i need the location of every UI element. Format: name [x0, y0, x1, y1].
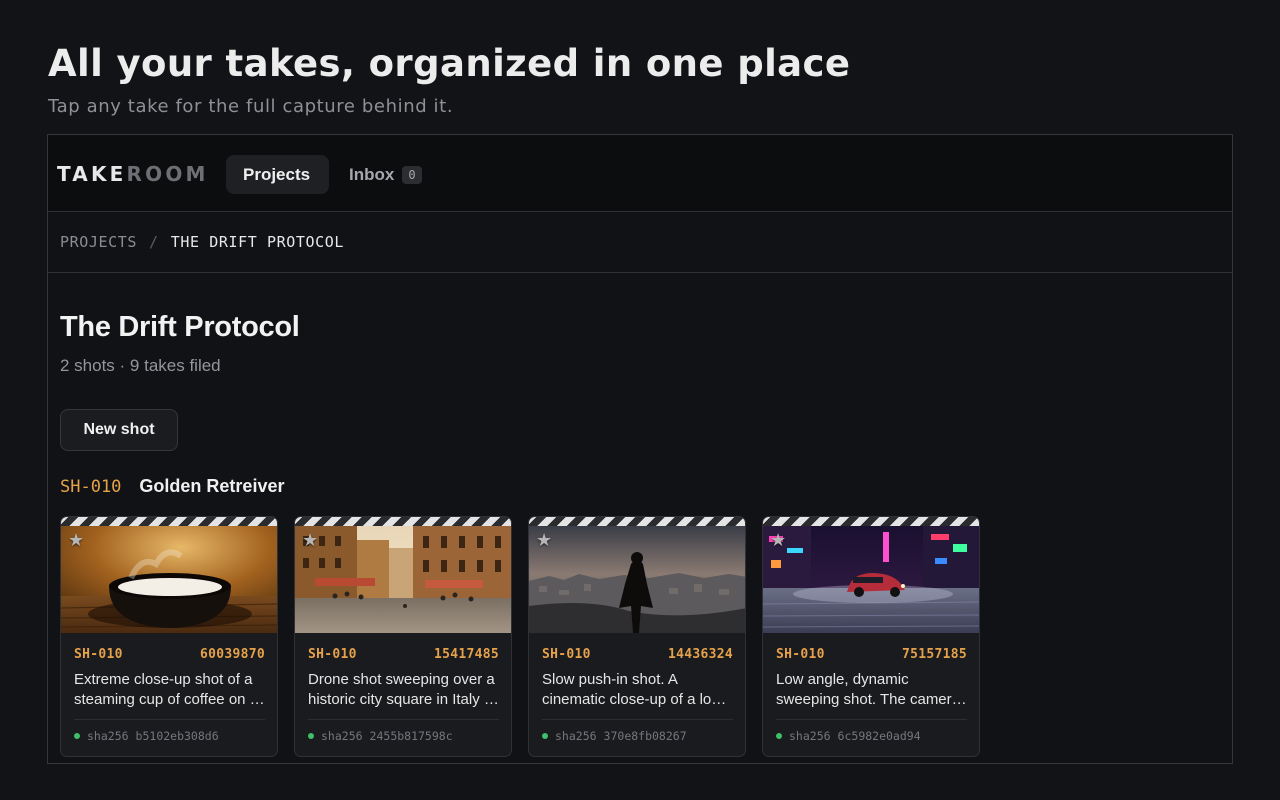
inbox-count-badge: 0 [402, 165, 422, 184]
take-meta: SH-010 60039870 [61, 633, 277, 662]
tab-projects-label: Projects [243, 164, 311, 184]
breadcrumb: PROJECTS / THE DRIFT PROTOCOL [48, 212, 1232, 273]
take-card[interactable]: ★ SH-010 60039870 Extreme close-up shot … [60, 516, 278, 757]
take-shot-code: SH-010 [542, 647, 591, 662]
breadcrumb-current: THE DRIFT PROTOCOL [170, 233, 345, 251]
shot-name: Golden Retreiver [139, 476, 285, 496]
hash-label: sha256 [555, 729, 597, 743]
hash-label: sha256 [789, 729, 831, 743]
star-icon[interactable]: ★ [536, 531, 552, 549]
take-thumbnail-cloaked-figure-city: ★ [529, 526, 745, 633]
take-meta: SH-010 14436324 [529, 633, 745, 662]
shot-header: SH-010 Golden Retreiver [60, 476, 284, 497]
star-icon[interactable]: ★ [770, 531, 786, 549]
logo-secondary: ROOM [126, 162, 209, 186]
app-window: TAKEROOM Projects Inbox 0 PROJECTS / THE… [47, 134, 1233, 764]
tab-projects[interactable]: Projects [226, 155, 329, 194]
clapperboard-strip [295, 517, 511, 526]
take-description: Slow push-in shot. A cinematic close-up … [542, 671, 728, 708]
star-icon[interactable]: ★ [68, 531, 84, 549]
take-id: 15417485 [433, 647, 499, 662]
star-icon[interactable]: ★ [302, 531, 318, 549]
take-meta: SH-010 15417485 [295, 633, 511, 662]
take-shot-code: SH-010 [776, 647, 825, 662]
clapperboard-strip [61, 517, 277, 526]
take-description: Drone shot sweeping over a historic city… [308, 671, 497, 708]
take-hash: sha256 b5102eb308d6 [74, 719, 265, 743]
take-shot-code: SH-010 [74, 647, 123, 662]
logo-primary: TAKE [57, 162, 127, 186]
top-navigation: TAKEROOM Projects Inbox 0 [48, 135, 1232, 212]
status-dot-icon [542, 733, 548, 739]
take-description: Low angle, dynamic sweeping shot. The ca… [776, 671, 960, 708]
hash-label: sha256 [87, 729, 129, 743]
take-hash: sha256 370e8fb08267 [542, 719, 733, 743]
tab-inbox[interactable]: Inbox 0 [332, 155, 439, 194]
take-meta: SH-010 75157185 [763, 633, 979, 662]
status-dot-icon [74, 733, 80, 739]
status-dot-icon [308, 733, 314, 739]
take-thumbnail-coffee-cup: ★ [61, 526, 277, 633]
hash-value: 370e8fb08267 [603, 729, 687, 743]
status-dot-icon [776, 733, 782, 739]
breadcrumb-projects-link[interactable]: PROJECTS [60, 233, 137, 251]
take-id: 75157185 [901, 647, 967, 662]
clapperboard-strip [529, 517, 745, 526]
take-id: 14436324 [667, 647, 733, 662]
take-thumbnail-italian-piazza: ★ [295, 526, 511, 633]
tab-inbox-label: Inbox [349, 164, 395, 184]
project-title: The Drift Protocol [60, 311, 300, 343]
clapperboard-strip [763, 517, 979, 526]
hash-value: b5102eb308d6 [135, 729, 219, 743]
hash-value: 2455b817598c [369, 729, 453, 743]
take-card[interactable]: ★ SH-010 15417485 Drone shot sweeping ov… [294, 516, 512, 757]
app-logo[interactable]: TAKEROOM [57, 162, 209, 186]
project-stats: 2 shots · 9 takes filed [60, 356, 221, 375]
hero-subtitle: Tap any take for the full capture behind… [48, 96, 454, 117]
take-thumbnail-neon-street-car: ★ [763, 526, 979, 633]
take-hash: sha256 6c5982e0ad94 [776, 719, 967, 743]
hash-label: sha256 [321, 729, 363, 743]
shot-code: SH-010 [60, 476, 122, 497]
new-shot-button[interactable]: New shot [60, 409, 178, 451]
hash-value: 6c5982e0ad94 [837, 729, 921, 743]
take-shot-code: SH-010 [308, 647, 357, 662]
take-id: 60039870 [199, 647, 265, 662]
take-card[interactable]: ★ SH-010 14436324 Slow push-in shot. A c… [528, 516, 746, 757]
breadcrumb-separator: / [149, 233, 159, 251]
take-hash: sha256 2455b817598c [308, 719, 499, 743]
take-card[interactable]: ★ SH-010 75157185 Low angle, dynamic swe… [762, 516, 980, 757]
hero-title: All your takes, organized in one place [48, 42, 851, 85]
take-description: Extreme close-up shot of a steaming cup … [74, 671, 259, 708]
